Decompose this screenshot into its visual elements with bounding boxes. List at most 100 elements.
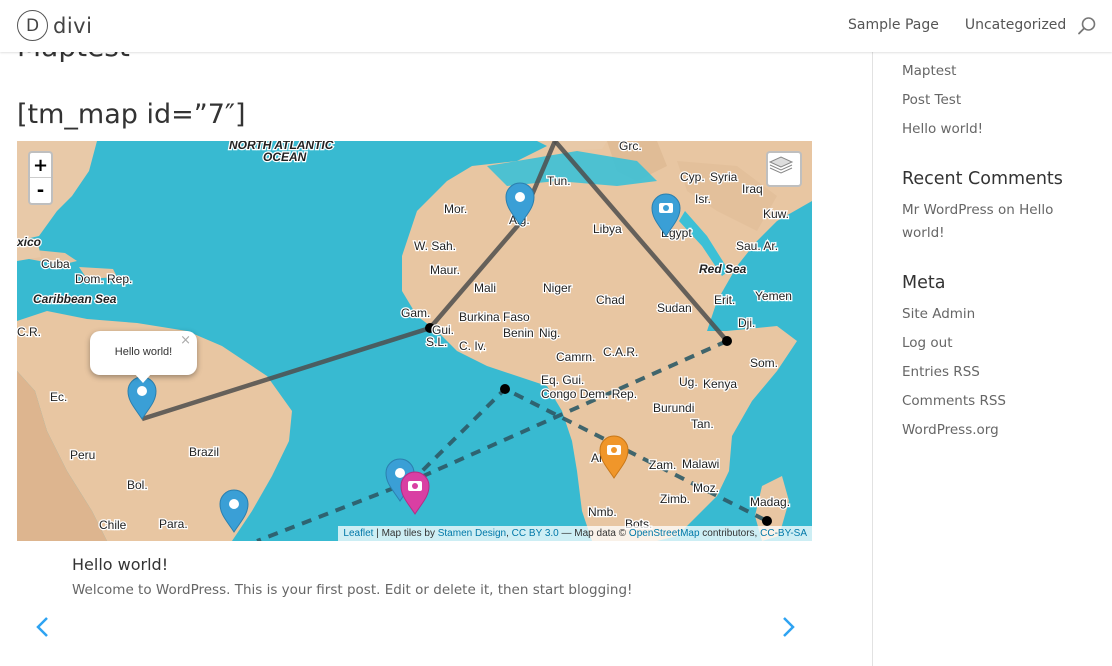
map-label: Brazil (189, 445, 219, 459)
map-label: Ec. (50, 390, 67, 404)
map-label: Som. (750, 356, 778, 370)
comment-on-text: on (993, 202, 1020, 218)
map-label: Maur. (430, 263, 460, 277)
map-label: C.A.R. (603, 345, 638, 359)
map-label: Libya (593, 222, 622, 236)
route-vertex (762, 516, 772, 526)
map-label: xico (17, 235, 41, 249)
map-attribution: Leaflet | Map tiles by Stamen Design, CC… (338, 526, 812, 541)
site-header: D divi Sample Page Uncategorized (0, 0, 1112, 52)
recent-post-link[interactable]: Post Test (902, 92, 961, 108)
route-vertex (500, 384, 510, 394)
map-label: Bol. (127, 478, 148, 492)
map-label: Burkina Faso (459, 310, 530, 324)
meta-link-comments-rss[interactable]: Comments RSS (902, 393, 1006, 409)
map-label: Zam. (649, 458, 676, 472)
map-label: OCEAN (263, 150, 307, 164)
map-label: Peru (70, 448, 95, 462)
map-label: Cuba (41, 257, 70, 271)
recent-comments-heading: Recent Comments (902, 169, 1063, 189)
map-label: Iraq (742, 182, 763, 196)
map-label: Mali (474, 281, 496, 295)
main-nav: Sample Page Uncategorized (848, 17, 1092, 33)
meta-link-site-admin[interactable]: Site Admin (902, 306, 975, 322)
comment-author-link[interactable]: Mr WordPress (902, 202, 994, 218)
map-label: Dom. Rep. (75, 272, 132, 286)
map-label: Camrn. (556, 350, 595, 364)
map-label: Grc. (619, 141, 642, 153)
recent-post-link[interactable]: Maptest (902, 63, 956, 79)
map-label: W. Sah. (414, 239, 456, 253)
map-label: Moz. (693, 481, 719, 495)
logo-mark: D (17, 10, 48, 41)
meta-link-log-out[interactable]: Log out (902, 335, 953, 351)
map-label: Nig. (539, 326, 560, 340)
map-label: Cyp. (680, 170, 705, 184)
map-label: Chile (99, 518, 127, 532)
cc-by-link[interactable]: CC BY 3.0 (512, 528, 559, 539)
meta-link-entries-rss[interactable]: Entries RSS (902, 364, 980, 380)
search-icon[interactable] (1077, 16, 1097, 36)
osm-link[interactable]: OpenStreetMap (629, 528, 700, 539)
map-label: Para. (159, 517, 188, 531)
sidebar: Maptest Post Test Hello world! Recent Co… (872, 52, 1112, 666)
chevron-left-icon[interactable] (33, 615, 53, 639)
map-label: Mor. (444, 202, 467, 216)
logo-text: divi (53, 13, 93, 38)
recent-post-link[interactable]: Hello world! (902, 121, 983, 137)
map-label: S.L. (426, 335, 447, 349)
map-label: Yemen (755, 289, 792, 303)
map-label: Syria (710, 170, 738, 184)
map-label: Caribbean Sea (33, 292, 117, 306)
slide-title[interactable]: Hello world! (72, 555, 168, 574)
layers-icon (768, 156, 794, 174)
zoom-control: + - (28, 151, 53, 205)
map-popup: Hello world! × (90, 331, 197, 383)
map-label: Kuw. (763, 207, 789, 221)
nav-item-sample-page[interactable]: Sample Page (848, 17, 939, 33)
map-label: Tan. (691, 417, 714, 431)
map-label: Niger (543, 281, 572, 295)
map-label: Sudan (657, 301, 692, 315)
map-label: C.R. (17, 325, 41, 339)
map-label: Nmb. (588, 505, 617, 519)
slide-text: Welcome to WordPress. This is your first… (72, 582, 633, 598)
map-label: Red Sea (699, 262, 747, 276)
popup-close-button[interactable]: × (180, 333, 191, 348)
zoom-in-button[interactable]: + (30, 153, 51, 178)
map-label: Congo Dem. Rep. (541, 387, 637, 401)
map-label: Isr. (695, 192, 711, 206)
map-label: Madag. (750, 495, 790, 509)
leaflet-link[interactable]: Leaflet (343, 528, 373, 539)
chevron-right-icon[interactable] (778, 615, 798, 639)
map-widget[interactable]: NORTH ATLANTIC OCEAN Caribbean Sea Red S… (17, 141, 812, 541)
map-label: Chad (596, 293, 625, 307)
recent-comment: Mr WordPress on Hello world! (902, 199, 1092, 245)
stamen-link[interactable]: Stamen Design (438, 528, 506, 539)
map-label: Tun. (547, 174, 571, 188)
map-label: Erit. (714, 293, 735, 307)
map-label: Malawi (682, 457, 719, 471)
map-label: Zimb. (660, 492, 690, 506)
map-label: Benin (503, 326, 534, 340)
map-label: Burundi (653, 401, 694, 415)
site-logo[interactable]: D divi (17, 10, 92, 41)
cc-by-sa-link[interactable]: CC-BY-SA (760, 528, 807, 539)
nav-item-uncategorized[interactable]: Uncategorized (965, 17, 1066, 33)
map-label: Ug. (679, 375, 698, 389)
map-label: C. Iv. (459, 339, 486, 353)
attribution-text: | Map tiles by (373, 528, 438, 539)
shortcode-heading: [tm_map id=”7″] (17, 99, 246, 130)
layers-button[interactable] (766, 151, 802, 187)
meta-link-wordpress-org[interactable]: WordPress.org (902, 422, 999, 438)
map-label: Sau. Ar. (736, 239, 778, 253)
map-label: Gam. (401, 306, 430, 320)
popup-tip (134, 373, 152, 383)
attribution-text: contributors, (699, 528, 761, 539)
map-label: Eq. Gui. (541, 373, 584, 387)
route-vertex (722, 336, 732, 346)
meta-heading: Meta (902, 273, 946, 293)
map-label: Kenya (703, 377, 737, 391)
attribution-text: — Map data © (558, 528, 629, 539)
zoom-out-button[interactable]: - (30, 178, 51, 203)
